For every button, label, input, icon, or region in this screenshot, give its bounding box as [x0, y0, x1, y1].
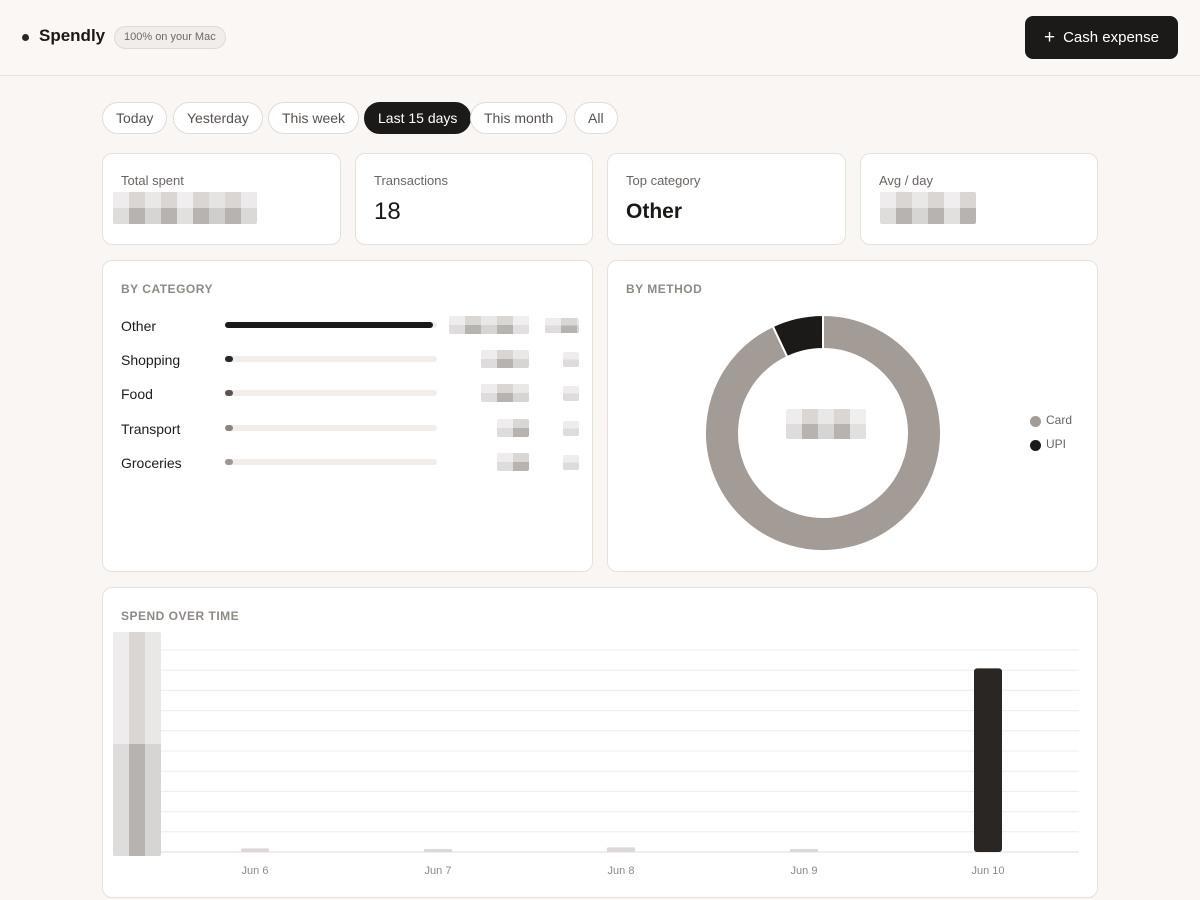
total-spent-card: Total spent: [102, 153, 341, 245]
filter-yesterday[interactable]: Yesterday: [173, 102, 263, 134]
category-bar-track: [225, 356, 437, 362]
filter-last-15-days[interactable]: Last 15 days: [364, 102, 472, 134]
category-bar-fill: [225, 390, 233, 396]
top-category-label: Top category: [626, 173, 701, 188]
category-bar-track: [225, 322, 437, 328]
filter-this-month[interactable]: This month: [470, 102, 568, 134]
legend-label-card: Card: [1046, 413, 1073, 427]
x-tick-label: Jun 10: [971, 865, 1004, 877]
plus-icon: +: [1043, 27, 1056, 48]
legend-dot-upi-icon: [1030, 440, 1041, 451]
filter-today[interactable]: Today: [102, 102, 168, 134]
category-name: Other: [121, 318, 157, 334]
bar-jun-8: [607, 847, 635, 852]
category-bar-fill: [225, 459, 233, 465]
total-spent-label: Total spent: [121, 173, 184, 188]
category-row-shopping: Shopping: [121, 350, 581, 370]
category-bar-track: [225, 425, 437, 431]
legend-dot-card-icon: [1030, 416, 1041, 427]
x-tick-label: Jun 7: [425, 865, 452, 877]
avg-day-card: Avg / day: [860, 153, 1098, 245]
total-spent-value-redacted: [113, 192, 257, 224]
category-bar-fill: [225, 322, 433, 328]
transactions-label: Transactions: [374, 173, 448, 188]
app-name: Spendly: [39, 26, 106, 45]
filter-this-week[interactable]: This week: [268, 102, 360, 134]
x-tick-label: Jun 9: [791, 865, 818, 877]
category-name: Groceries: [121, 455, 182, 471]
by-category-card: BY CATEGORY Other Shopping Food Transport Gr…: [102, 260, 593, 572]
transactions-value: 18: [374, 198, 401, 225]
top-category-card: Top category Other: [607, 153, 846, 245]
bar-jun-10: [974, 668, 1002, 852]
category-bar-fill: [225, 425, 233, 431]
spend-over-time-bar-chart: Jun 6 Jun 7 Jun 8 Jun 9 Jun 10: [161, 649, 1079, 877]
category-percent-redacted: [563, 386, 579, 401]
by-category-title: BY CATEGORY: [121, 282, 213, 296]
category-amount-redacted: [497, 419, 529, 437]
legend-label-upi: UPI: [1046, 437, 1067, 451]
category-row-food: Food: [121, 384, 581, 404]
category-amount-redacted: [449, 316, 529, 334]
category-percent-redacted: [563, 352, 579, 367]
avg-day-value-redacted: [880, 192, 976, 224]
cash-expense-button[interactable]: + Cash expense: [1025, 16, 1178, 59]
by-method-card: BY METHOD: [607, 260, 1098, 572]
top-category-value: Other: [626, 200, 683, 223]
category-amount-redacted: [497, 453, 529, 471]
category-bar-fill: [225, 356, 233, 362]
category-percent-redacted: [563, 421, 579, 436]
filter-all[interactable]: All: [574, 102, 618, 134]
cash-expense-label: Cash expense: [1063, 29, 1159, 46]
category-name: Transport: [121, 421, 181, 437]
category-bar-track: [225, 390, 437, 396]
bar-jun-6: [241, 848, 269, 852]
bar-jun-7: [424, 849, 452, 852]
category-name: Shopping: [121, 352, 181, 368]
category-row-groceries: Groceries: [121, 453, 581, 473]
category-percent-redacted: [545, 318, 579, 333]
category-percent-redacted: [563, 455, 579, 470]
category-name: Food: [121, 386, 153, 402]
spend-over-time-card: SPEND OVER TIME Jun 6 Jun 7 Jun 8 Jun 9 Jun …: [102, 587, 1098, 898]
privacy-badge: 100% on your Mac: [114, 26, 226, 49]
category-amount-redacted: [481, 384, 529, 402]
x-tick-label: Jun 8: [608, 865, 635, 877]
top-bar: Spendly 100% on your Mac + Cash expense: [0, 0, 1200, 76]
donut-center-total-redacted: [786, 409, 866, 439]
x-tick-label: Jun 6: [242, 865, 269, 877]
category-row-other: Other: [121, 316, 581, 336]
category-bar-track: [225, 459, 437, 465]
brand-dot-icon: [22, 34, 29, 41]
bar-jun-9: [790, 849, 818, 852]
category-amount-redacted: [481, 350, 529, 368]
category-row-transport: Transport: [121, 419, 581, 439]
avg-day-label: Avg / day: [879, 173, 933, 188]
transactions-card: Transactions 18: [355, 153, 593, 245]
